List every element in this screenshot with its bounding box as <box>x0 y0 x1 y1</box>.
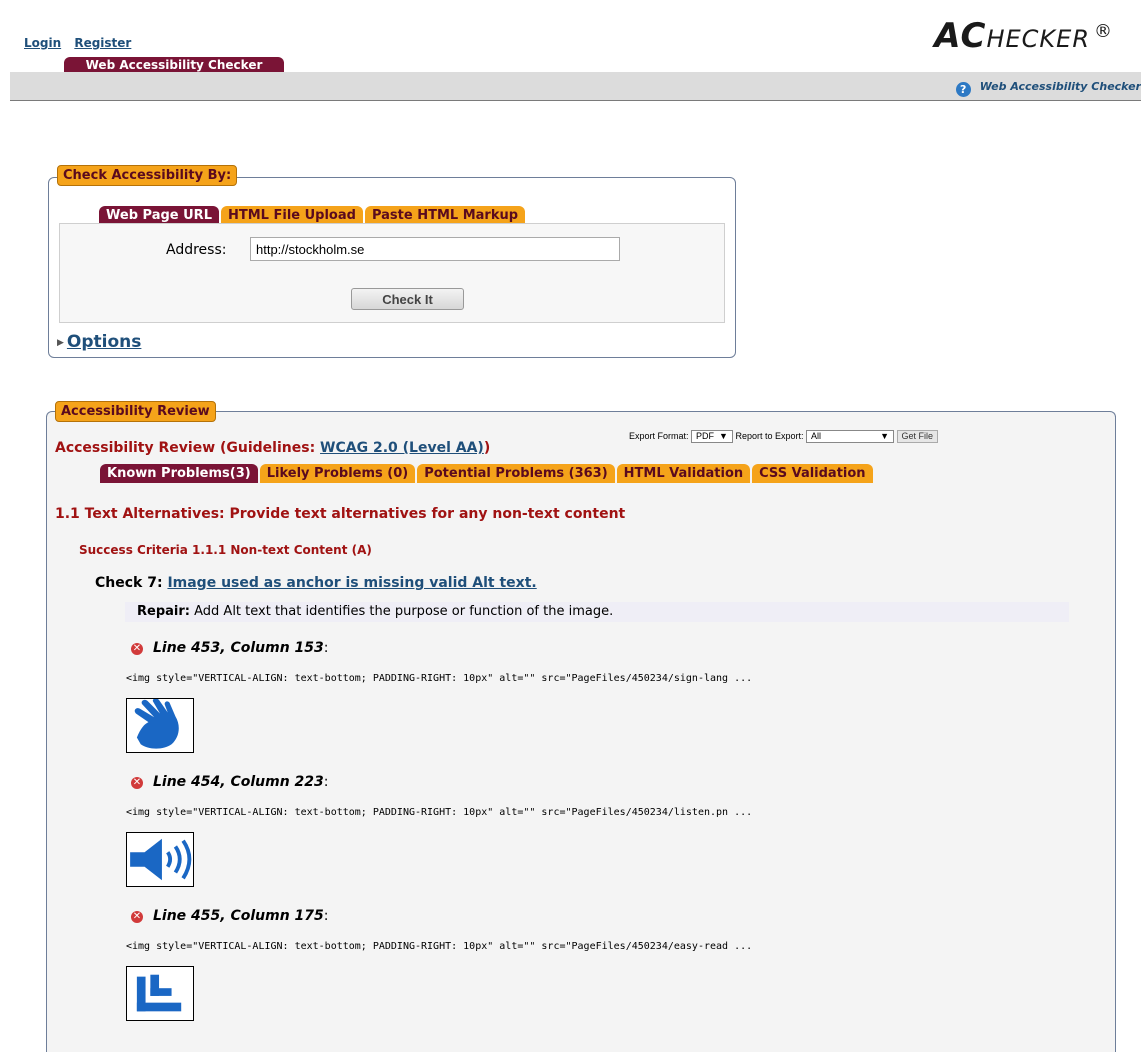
options-toggle[interactable]: ▶ Options <box>57 332 141 352</box>
report-select[interactable]: All ▼ <box>806 430 895 443</box>
review-title: Accessibility Review (Guidelines: WCAG 2… <box>55 440 491 456</box>
login-link[interactable]: Login <box>24 36 61 50</box>
problem-location: ✕ Line 453, Column 153: <box>131 640 329 656</box>
guidelines-link[interactable]: WCAG 2.0 (Level AA) <box>320 440 484 456</box>
help-icon: ? <box>955 82 971 97</box>
error-icon: ✕ <box>131 643 143 655</box>
repair-note: Repair: Add Alt text that identifies the… <box>125 602 1069 622</box>
url-panel: Address: Check It <box>59 223 725 323</box>
guideline-heading: 1.1 Text Alternatives: Provide text alte… <box>55 506 626 522</box>
problem-code: <img style="VERTICAL-ALIGN: text-bottom;… <box>126 941 753 952</box>
nav-bar: ? Web Accessibility Checker <box>10 72 1141 101</box>
problem-code: <img style="VERTICAL-ALIGN: text-bottom;… <box>126 807 753 818</box>
export-format-select[interactable]: PDF ▼ <box>691 430 733 443</box>
check-legend: Check Accessibility By: <box>57 165 238 186</box>
accessibility-review-panel: Accessibility Review Export Format: PDF … <box>46 401 1116 1052</box>
problem-code: <img style="VERTICAL-ALIGN: text-bottom;… <box>126 673 753 684</box>
check-link[interactable]: Image used as anchor is missing valid Al… <box>167 575 536 591</box>
get-file-button[interactable]: Get File <box>896 430 939 443</box>
register-link[interactable]: Register <box>74 36 131 50</box>
check-it-button[interactable]: Check It <box>351 288 464 310</box>
error-icon: ✕ <box>131 911 143 923</box>
criteria-heading: Success Criteria 1.1.1 Non-text Content … <box>79 543 372 557</box>
review-legend: Accessibility Review <box>55 401 216 422</box>
help-link[interactable]: ? Web Accessibility Checker <box>955 80 1141 97</box>
easy-read-icon <box>126 966 194 1021</box>
triangle-right-icon: ▶ <box>57 338 64 348</box>
tab-html-validation[interactable]: HTML Validation <box>616 464 751 483</box>
achecker-logo: ACHECKER ® <box>934 16 1113 56</box>
problem-location: ✕ Line 454, Column 223: <box>131 774 329 790</box>
options-link[interactable]: Options <box>67 332 141 352</box>
check-heading: Check 7: Image used as anchor is missing… <box>95 575 537 591</box>
account-links: Login Register <box>24 36 140 50</box>
address-label: Address: <box>166 242 227 258</box>
tab-potential-problems[interactable]: Potential Problems (363) <box>417 464 615 483</box>
check-accessibility-panel: Check Accessibility By: Web Page URL HTM… <box>48 165 736 358</box>
tab-css-validation[interactable]: CSS Validation <box>752 464 873 483</box>
error-icon: ✕ <box>131 777 143 789</box>
speaker-icon <box>126 832 194 887</box>
address-input[interactable] <box>250 237 620 261</box>
tab-likely-problems[interactable]: Likely Problems (0) <box>259 464 416 483</box>
problem-location: ✕ Line 455, Column 175: <box>131 908 329 924</box>
tab-known-problems[interactable]: Known Problems(3) <box>100 464 258 483</box>
export-controls: Export Format: PDF ▼ Report to Export: A… <box>629 430 939 443</box>
hand-icon <box>126 698 194 753</box>
review-tabs: Known Problems(3) Likely Problems (0) Po… <box>100 464 873 483</box>
